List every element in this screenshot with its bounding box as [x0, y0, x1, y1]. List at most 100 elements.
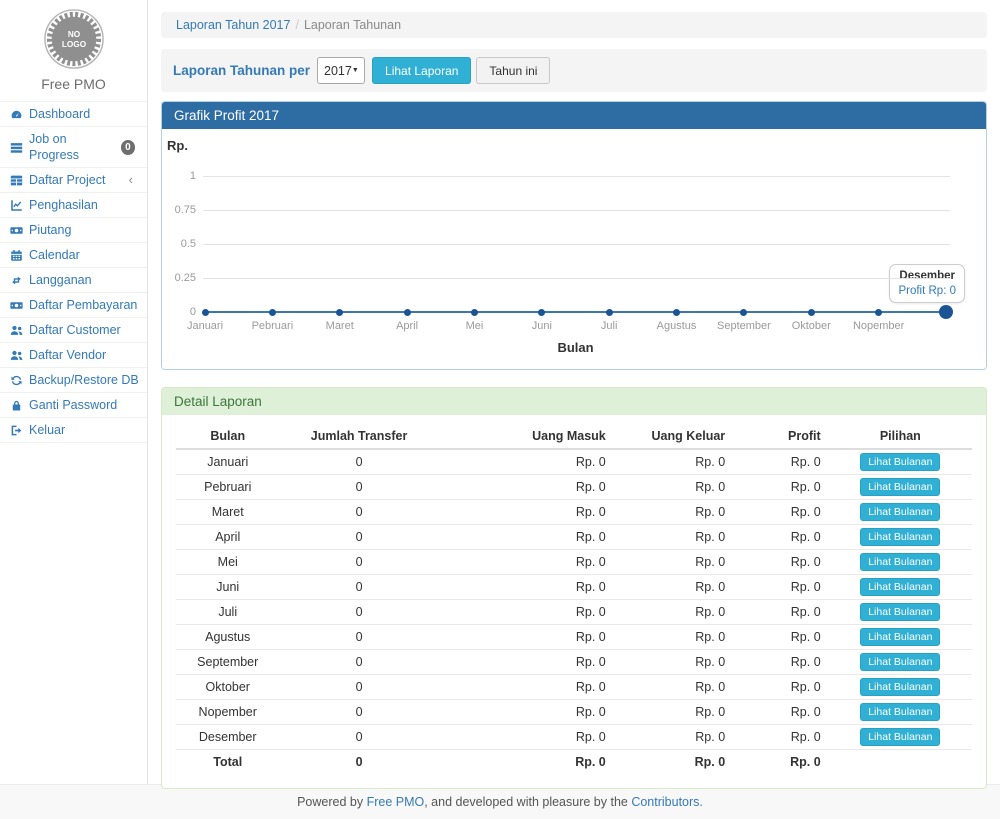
brand-name: Free PMO — [0, 76, 147, 92]
sidebar-item-calendar[interactable]: Calendar — [0, 242, 147, 267]
data-point-september[interactable] — [740, 309, 747, 316]
lihat-bulanan-button[interactable]: Lihat Bulanan — [860, 653, 940, 671]
filter-label: Laporan Tahunan per — [173, 63, 310, 78]
sidebar-item-langganan[interactable]: Langganan — [0, 267, 147, 292]
sidebar-item-backup-restore-db[interactable]: Backup/Restore DB — [0, 367, 147, 392]
cell-bulan: Mei — [176, 550, 279, 575]
users-icon — [9, 349, 23, 362]
footer: Powered by Free PMO, and developed with … — [0, 784, 1000, 819]
lock-icon — [9, 399, 23, 412]
money-icon — [9, 224, 23, 237]
cell-uang_keluar: Rp. 0 — [614, 525, 733, 550]
sidebar-item-job-on-progress[interactable]: Job on Progress 0 — [0, 126, 147, 167]
sidebar-item-piutang[interactable]: Piutang — [0, 217, 147, 242]
cell-jumlah_transfer: 0 — [279, 449, 438, 475]
count-badge: 0 — [121, 140, 135, 155]
data-point-nopember[interactable] — [875, 309, 882, 316]
lihat-bulanan-button[interactable]: Lihat Bulanan — [860, 478, 940, 496]
table-total-row: Total0Rp. 0Rp. 0Rp. 0 — [176, 750, 972, 774]
column-header-uang-keluar: Uang Keluar — [614, 424, 733, 449]
lihat-bulanan-button[interactable]: Lihat Bulanan — [860, 603, 940, 621]
cell-jumlah_transfer: 0 — [279, 500, 438, 525]
sidebar-item-daftar-project[interactable]: Daftar Project‹ — [0, 167, 147, 192]
data-point-juli[interactable] — [606, 309, 613, 316]
data-point-oktober[interactable] — [808, 309, 815, 316]
sidebar-item-dashboard[interactable]: Dashboard — [0, 101, 147, 126]
sidebar-item-penghasilan[interactable]: Penghasilan — [0, 192, 147, 217]
sidebar-item-ganti-password[interactable]: Ganti Password — [0, 392, 147, 417]
cell-uang_masuk: Rp. 0 — [439, 600, 614, 625]
main-content: Laporan Tahun 2017/Laporan Tahunan Lapor… — [148, 0, 1000, 784]
sidebar-item-daftar-pembayaran[interactable]: Daftar Pembayaran — [0, 292, 147, 317]
column-header-uang-masuk: Uang Masuk — [439, 424, 614, 449]
lihat-bulanan-button[interactable]: Lihat Bulanan — [860, 728, 940, 746]
lihat-bulanan-button[interactable]: Lihat Bulanan — [860, 528, 940, 546]
gridline — [203, 176, 950, 177]
lihat-bulanan-button[interactable]: Lihat Bulanan — [860, 678, 940, 696]
table-icon — [9, 174, 23, 187]
lihat-bulanan-button[interactable]: Lihat Bulanan — [860, 703, 940, 721]
data-point-maret[interactable] — [336, 309, 343, 316]
y-axis-tick: 0 — [164, 306, 196, 318]
x-axis-label: Maret — [304, 320, 376, 332]
breadcrumb-current: Laporan Tahunan — [304, 18, 401, 32]
sidebar-item-label: Job on Progress — [29, 131, 115, 163]
lihat-bulanan-button[interactable]: Lihat Bulanan — [860, 503, 940, 521]
lihat-laporan-button[interactable]: Lihat Laporan — [372, 57, 471, 84]
cell-uang_masuk: Rp. 0 — [439, 500, 614, 525]
data-point-agustus[interactable] — [673, 309, 680, 316]
cell-jumlah_transfer: 0 — [279, 700, 438, 725]
sidebar-item-label: Daftar Pembayaran — [29, 297, 137, 313]
cell-pilihan: Lihat Bulanan — [829, 725, 972, 750]
sidebar-item-keluar[interactable]: Keluar — [0, 417, 147, 443]
x-axis-label: Pebruari — [236, 320, 308, 332]
year-select[interactable]: 2017 ▼ — [317, 57, 365, 84]
cell-uang_keluar: Rp. 0 — [614, 550, 733, 575]
breadcrumb-link[interactable]: Laporan Tahun 2017 — [176, 18, 290, 32]
dashboard-icon — [9, 108, 23, 121]
users-icon — [9, 324, 23, 337]
total-cell-pilihan — [829, 750, 972, 774]
column-header-bulan: Bulan — [176, 424, 279, 449]
sidebar-item-daftar-vendor[interactable]: Daftar Vendor — [0, 342, 147, 367]
chart-panel-title: Grafik Profit 2017 — [162, 102, 986, 129]
sidebar-item-daftar-customer[interactable]: Daftar Customer — [0, 317, 147, 342]
cell-bulan: September — [176, 650, 279, 675]
lihat-bulanan-button[interactable]: Lihat Bulanan — [860, 578, 940, 596]
lihat-bulanan-button[interactable]: Lihat Bulanan — [860, 628, 940, 646]
sidebar-item-label: Keluar — [29, 422, 65, 438]
x-axis-label: Januari — [169, 320, 241, 332]
y-axis-tick: 1 — [164, 170, 196, 182]
column-header-profit: Profit — [733, 424, 829, 449]
gridline — [203, 278, 950, 279]
cell-pilihan: Lihat Bulanan — [829, 475, 972, 500]
footer-link-free-pmo[interactable]: Free PMO — [367, 795, 425, 809]
tahun-ini-button[interactable]: Tahun ini — [476, 57, 550, 84]
cell-profit: Rp. 0 — [733, 675, 829, 700]
data-point-juni[interactable] — [538, 309, 545, 316]
cell-profit: Rp. 0 — [733, 475, 829, 500]
filter-bar: Laporan Tahunan per 2017 ▼ Lihat Laporan… — [161, 49, 987, 92]
x-axis-label: Juli — [573, 320, 645, 332]
footer-link-contributors[interactable]: Contributors. — [631, 795, 703, 809]
data-point-pebruari[interactable] — [269, 309, 276, 316]
chart-tooltip: Desember Profit Rp: 0 — [889, 264, 965, 303]
sign-out-icon — [9, 424, 23, 437]
x-axis-label: April — [371, 320, 443, 332]
footer-text-before: Powered by — [297, 795, 366, 809]
x-axis-label: September — [708, 320, 780, 332]
cell-uang_masuk: Rp. 0 — [439, 625, 614, 650]
lihat-bulanan-button[interactable]: Lihat Bulanan — [860, 553, 940, 571]
x-axis-label: Oktober — [775, 320, 847, 332]
x-axis-label: Juni — [506, 320, 578, 332]
cell-uang_keluar: Rp. 0 — [614, 600, 733, 625]
page: NO LOGO Free PMO DashboardJob on Progres… — [0, 0, 1000, 784]
lihat-bulanan-button[interactable]: Lihat Bulanan — [860, 453, 940, 471]
data-point-april[interactable] — [404, 309, 411, 316]
data-point-desember[interactable] — [939, 305, 953, 319]
y-axis-title: Rp. — [167, 138, 188, 153]
data-point-januari[interactable] — [202, 309, 209, 316]
data-point-mei[interactable] — [471, 309, 478, 316]
table-row-april: April0Rp. 0Rp. 0Rp. 0Lihat Bulanan — [176, 525, 972, 550]
table-row-pebruari: Pebruari0Rp. 0Rp. 0Rp. 0Lihat Bulanan — [176, 475, 972, 500]
